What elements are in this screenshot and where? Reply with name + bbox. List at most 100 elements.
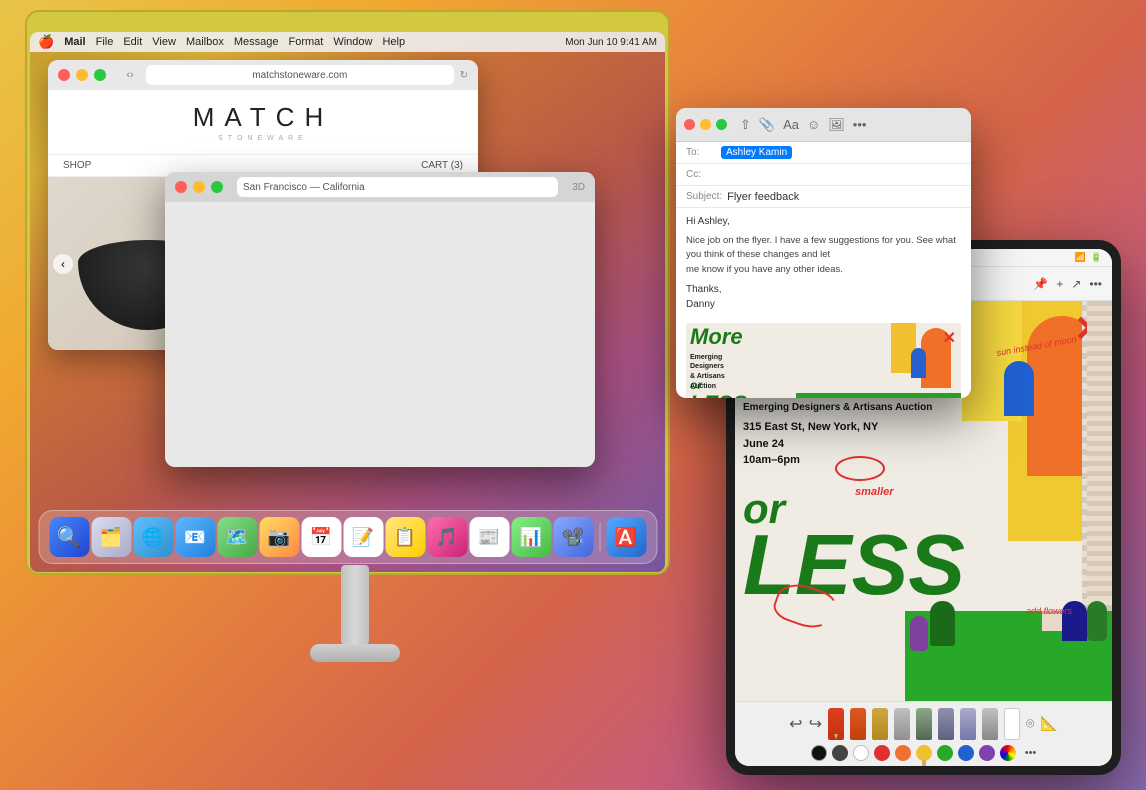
- send-icon[interactable]: ⇧: [740, 117, 751, 133]
- dock-finder[interactable]: 🔍: [49, 517, 89, 557]
- mail-fields: To: Ashley Kamin Cc: Subject: Flyer feed…: [676, 142, 971, 319]
- pin-icon[interactable]: 📌: [1033, 277, 1048, 291]
- dock-notes[interactable]: 📋: [385, 517, 425, 557]
- match-logo: MATCH: [60, 102, 466, 133]
- more-icon[interactable]: •••: [1089, 277, 1102, 291]
- menu-message[interactable]: Message: [234, 36, 279, 48]
- mail-titlebar: ⇧ 📎 Aa ☺ 🖼 •••: [676, 108, 971, 142]
- dock-launchpad[interactable]: 🗂️: [91, 517, 131, 557]
- pencil-tool-2[interactable]: [850, 708, 866, 740]
- mail-toolbar: ⇧ 📎 Aa ☺ 🖼 •••: [740, 117, 866, 133]
- more-colors-button[interactable]: •••: [1025, 747, 1037, 759]
- lasso-tool[interactable]: ⌾: [1026, 715, 1034, 732]
- minimize-button[interactable]: [76, 69, 88, 81]
- menu-mail[interactable]: Mail: [64, 36, 85, 48]
- dock-appstore[interactable]: 🅰️: [606, 517, 646, 557]
- dock-news[interactable]: 📰: [469, 517, 509, 557]
- color-purple[interactable]: [979, 745, 995, 761]
- close-button[interactable]: [58, 69, 70, 81]
- pencil-tool-7[interactable]: [960, 708, 976, 740]
- dock-itunes[interactable]: 🎵: [427, 517, 467, 557]
- color-black[interactable]: [811, 745, 827, 761]
- url-text: matchstoneware.com: [252, 70, 347, 81]
- prev-arrow[interactable]: ‹: [53, 254, 73, 274]
- mail-flyer-preview: More or LESS ✕ Emerging Designers & Arti…: [686, 323, 961, 398]
- pencil-tool-8[interactable]: [982, 708, 998, 740]
- safari-titlebar: ‹ › matchstoneware.com ↻: [48, 60, 478, 90]
- color-white[interactable]: [853, 745, 869, 761]
- menu-time: Mon Jun 10 9:41 AM: [565, 37, 657, 48]
- monitor-screen: 🍎 Mail File Edit View Mailbox Message Fo…: [30, 32, 665, 572]
- more-icon[interactable]: •••: [853, 117, 867, 132]
- recipient-tag: Ashley Kamin: [721, 146, 792, 159]
- share-icon[interactable]: ↗: [1071, 277, 1081, 291]
- match-header: MATCH STONEWARE: [48, 90, 478, 155]
- safari-url-bar[interactable]: matchstoneware.com: [146, 65, 454, 85]
- menu-mailbox[interactable]: Mailbox: [186, 36, 224, 48]
- maps-titlebar: San Francisco — California 3D: [165, 172, 595, 202]
- dock-mail[interactable]: 📧: [175, 517, 215, 557]
- to-label: To:: [686, 147, 716, 158]
- add-icon[interactable]: +: [1056, 277, 1063, 291]
- mail-minimize[interactable]: [700, 119, 711, 130]
- dock-numbers[interactable]: 📊: [511, 517, 551, 557]
- pencil-tool-5[interactable]: [916, 708, 932, 740]
- format-icon[interactable]: Aa: [783, 117, 799, 132]
- menu-format[interactable]: Format: [289, 36, 324, 48]
- emoji-icon[interactable]: ☺: [807, 117, 820, 132]
- color-green[interactable]: [937, 745, 953, 761]
- mail-cc-field[interactable]: Cc:: [676, 164, 971, 186]
- maps-maximize[interactable]: [211, 181, 223, 193]
- pencil-tool-4[interactable]: [894, 708, 910, 740]
- dock: 🔍 🗂️ 🌐 📧 🗺️ 📷 📅 📝 📋 🎵 📰 📊 📽️ 🅰️: [38, 510, 657, 564]
- maps-close[interactable]: [175, 181, 187, 193]
- pencil-tool-6[interactable]: [938, 708, 954, 740]
- pencil-tool-3[interactable]: [872, 708, 888, 740]
- ruler-tool[interactable]: 📐: [1040, 715, 1057, 732]
- smaller-annotation: smaller: [855, 486, 894, 498]
- dock-calendar[interactable]: 📅: [301, 517, 341, 557]
- menu-edit[interactable]: Edit: [123, 36, 142, 48]
- dock-keynote[interactable]: 📽️: [553, 517, 593, 557]
- eraser-tool[interactable]: [1004, 708, 1020, 740]
- shop-link[interactable]: SHOP: [63, 160, 91, 171]
- photo-icon[interactable]: 🖼: [828, 117, 845, 133]
- undo-button[interactable]: ↩: [789, 714, 802, 734]
- mail-subject-field[interactable]: Subject: Flyer feedback: [676, 186, 971, 208]
- mail-body[interactable]: Hi Ashley, Nice job on the flyer. I have…: [676, 208, 971, 319]
- dock-maps[interactable]: 🗺️: [217, 517, 257, 557]
- mail-compose-window[interactable]: ⇧ 📎 Aa ☺ 🖼 ••• To: Ashley Kamin Cc: Subj…: [676, 108, 971, 398]
- ipad-toolbar-right: 📌 + ↗ •••: [1033, 277, 1102, 291]
- menu-view[interactable]: View: [152, 36, 176, 48]
- maps-window[interactable]: San Francisco — California 3D: [165, 172, 595, 467]
- cc-label: Cc:: [686, 169, 701, 180]
- monitor-stand-neck: [341, 565, 369, 645]
- dock-reminders[interactable]: 📝: [343, 517, 383, 557]
- ipad-drawing-toolbar: ↩ ↪ ⌾ 📐: [735, 701, 1112, 766]
- menu-bar: 🍎 Mail File Edit View Mailbox Message Fo…: [30, 32, 665, 52]
- mail-close[interactable]: [684, 119, 695, 130]
- menu-help[interactable]: Help: [382, 36, 405, 48]
- pencil-tools-row: ↩ ↪ ⌾ 📐: [789, 708, 1058, 740]
- maps-search-bar[interactable]: San Francisco — California: [237, 177, 558, 197]
- mail-to-field[interactable]: To: Ashley Kamin: [676, 142, 971, 164]
- maximize-button[interactable]: [94, 69, 106, 81]
- menu-file[interactable]: File: [96, 36, 114, 48]
- menu-window[interactable]: Window: [333, 36, 372, 48]
- dock-safari[interactable]: 🌐: [133, 517, 173, 557]
- attach-icon[interactable]: 📎: [759, 117, 775, 133]
- cart-link[interactable]: CART (3): [421, 160, 463, 171]
- subject-label: Subject:: [686, 191, 722, 202]
- redo-button[interactable]: ↪: [809, 714, 822, 734]
- apple-menu[interactable]: 🍎: [38, 34, 54, 50]
- color-orange[interactable]: [895, 745, 911, 761]
- color-blue[interactable]: [958, 745, 974, 761]
- color-darkgray[interactable]: [832, 745, 848, 761]
- mail-maximize[interactable]: [716, 119, 727, 130]
- color-yellow[interactable]: [916, 745, 932, 761]
- color-multicolor[interactable]: [1000, 745, 1016, 761]
- dock-photos[interactable]: 📷: [259, 517, 299, 557]
- pencil-tool-1[interactable]: [828, 708, 844, 740]
- maps-minimize[interactable]: [193, 181, 205, 193]
- color-red[interactable]: [874, 745, 890, 761]
